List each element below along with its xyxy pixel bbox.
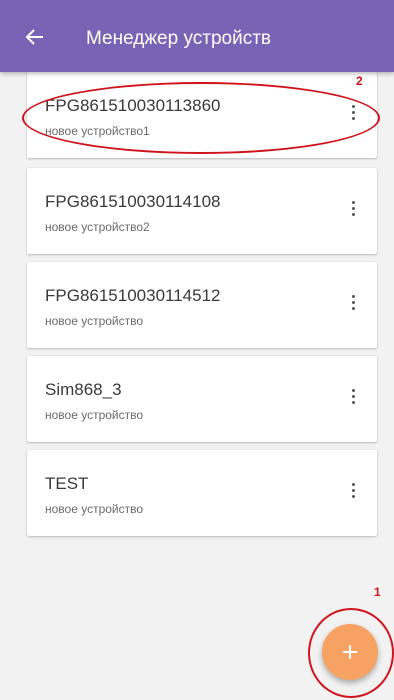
device-name: FPG861510030114512 xyxy=(45,286,221,305)
arrow-left-icon[interactable] xyxy=(20,22,50,52)
plus-icon xyxy=(343,645,357,659)
add-device-button[interactable] xyxy=(322,624,378,680)
device-name: FPG861510030114108 xyxy=(45,192,221,211)
device-description: новое устройство1 xyxy=(45,124,150,138)
annotation-number: 1 xyxy=(374,585,381,599)
device-description: новое устройство xyxy=(45,408,144,422)
device-name: Sim868_3 xyxy=(45,380,122,399)
device-card[interactable]: Sim868_3 новое устройство xyxy=(27,356,377,442)
device-description: новое устройство xyxy=(45,502,144,516)
app-bar: Менеджер устройств xyxy=(0,0,394,72)
more-vert-icon[interactable] xyxy=(343,290,363,314)
device-card[interactable]: FPG861510030113860 новое устройство1 xyxy=(27,72,377,158)
device-card[interactable]: FPG861510030114108 новое устройство2 xyxy=(27,168,377,254)
device-name: TEST xyxy=(45,474,89,493)
device-name: FPG861510030113860 xyxy=(45,96,221,115)
device-card[interactable]: TEST новое устройство xyxy=(27,450,377,536)
device-description: новое устройство xyxy=(45,314,144,328)
more-vert-icon[interactable] xyxy=(343,196,363,220)
more-vert-icon[interactable] xyxy=(343,100,363,124)
device-card[interactable]: FPG861510030114512 новое устройство xyxy=(27,262,377,348)
more-vert-icon[interactable] xyxy=(343,478,363,502)
device-description: новое устройство2 xyxy=(45,220,150,234)
page-title: Менеджер устройств xyxy=(86,28,271,49)
arrow-left-glyph xyxy=(25,29,43,45)
annotation-number: 2 xyxy=(356,74,363,88)
more-vert-icon[interactable] xyxy=(343,384,363,408)
